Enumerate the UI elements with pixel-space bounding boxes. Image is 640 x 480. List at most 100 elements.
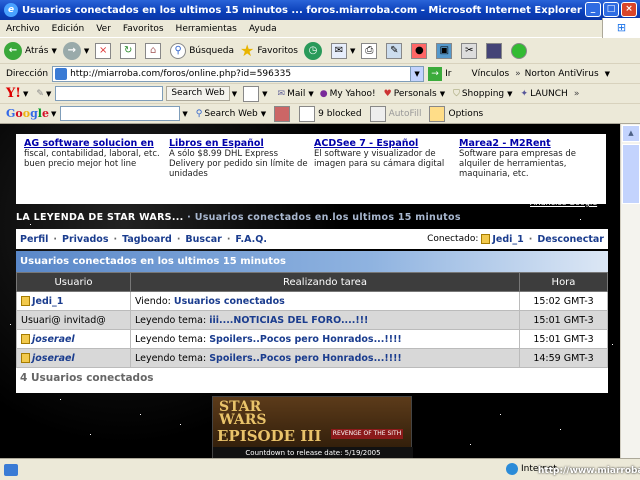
- connected-user-link[interactable]: Jedi_1: [492, 234, 523, 245]
- forward-dropdown-icon[interactable]: ▼: [84, 47, 89, 55]
- go-button[interactable]: Ir: [445, 69, 451, 79]
- favorites-button[interactable]: ★ Favoritos: [240, 41, 298, 60]
- logout-link[interactable]: Desconectar: [537, 234, 604, 245]
- yahoo-search-dropdown-icon[interactable]: ▼: [232, 90, 237, 98]
- ad-title-link[interactable]: Libros en Español: [169, 138, 309, 149]
- star-wars-banner[interactable]: STAR WARS EPISODE III REVENGE OF THE SIT…: [212, 396, 413, 458]
- close-button[interactable]: ×: [621, 2, 637, 17]
- back-dropdown-icon[interactable]: ▼: [51, 47, 56, 55]
- norton-button[interactable]: Norton AntiVirus: [525, 69, 599, 79]
- forum-nav: Perfil · Privados · Tagboard · Buscar · F.A.…: [16, 229, 608, 249]
- print-button[interactable]: ⎙: [361, 42, 380, 59]
- shopping-dropdown-icon[interactable]: ▼: [507, 90, 512, 98]
- user-link[interactable]: joserael: [32, 334, 75, 345]
- yahoo-logo-icon[interactable]: Y!: [6, 86, 21, 101]
- options-button[interactable]: Options: [448, 109, 483, 119]
- yahoo-search-input[interactable]: [55, 86, 164, 101]
- msn-button[interactable]: [511, 42, 530, 59]
- watermark: http://www.miarroba.com: [538, 466, 640, 476]
- nav-perfil-link[interactable]: Perfil: [20, 234, 48, 245]
- links-button[interactable]: Vínculos: [471, 69, 509, 79]
- menu-herramientas[interactable]: Herramientas: [176, 24, 237, 34]
- task-target-link[interactable]: Usuarios conectados: [174, 296, 285, 307]
- google-logo-icon[interactable]: Google: [6, 107, 49, 120]
- page-status-icon: [4, 463, 18, 476]
- personals-dropdown-icon[interactable]: ▼: [440, 90, 445, 98]
- google-search-web-button[interactable]: Search Web: [204, 109, 257, 119]
- search-button[interactable]: ⚲ Búsqueda: [170, 42, 234, 59]
- scroll-thumb[interactable]: [622, 144, 640, 204]
- user-link[interactable]: joserael: [32, 353, 75, 364]
- google-search-input[interactable]: [60, 106, 181, 121]
- photo-button[interactable]: [486, 42, 505, 59]
- pencil-dropdown-icon[interactable]: ▼: [46, 90, 51, 98]
- ads-by-google-link[interactable]: Anuncios Google: [530, 198, 597, 207]
- links-expand-icon[interactable]: »: [515, 69, 521, 79]
- google-dropdown-icon[interactable]: ▼: [51, 110, 56, 118]
- history-button[interactable]: ◷: [303, 41, 325, 60]
- task-target-link[interactable]: Spoilers..Pocos pero Honrados...!!!!: [209, 334, 402, 345]
- research-button[interactable]: ▣: [436, 42, 455, 59]
- edit-button[interactable]: ✎: [386, 42, 405, 59]
- nav-faq-link[interactable]: F.A.Q.: [235, 234, 267, 245]
- nav-tagboard-link[interactable]: Tagboard: [122, 234, 172, 245]
- scroll-up-icon[interactable]: ▲: [622, 125, 640, 142]
- mail-dropdown-icon[interactable]: ▼: [350, 47, 355, 55]
- shopping-link[interactable]: Shopping: [462, 89, 504, 99]
- yahoo-dropdown-icon[interactable]: ▼: [23, 90, 28, 98]
- row-time: 15:01 GMT-3: [519, 329, 608, 349]
- pencil-icon[interactable]: ✎: [36, 89, 44, 99]
- title-bar: e Usuarios conectados en los ultimos 15 …: [0, 0, 640, 20]
- messenger-icon: ●: [411, 42, 428, 59]
- nav-buscar-link[interactable]: Buscar: [185, 234, 221, 245]
- norton-dropdown-icon[interactable]: ▼: [605, 70, 610, 78]
- yahoo-mail-link[interactable]: Mail: [287, 89, 305, 99]
- user-link[interactable]: Jedi_1: [32, 296, 63, 307]
- breadcrumb-forum-link[interactable]: LA LEYENDA DE STAR WARS...: [16, 212, 184, 223]
- back-button[interactable]: ← Atrás ▼: [4, 41, 57, 60]
- menu-favoritos[interactable]: Favoritos: [123, 24, 164, 34]
- minimize-button[interactable]: _: [585, 2, 601, 17]
- pagerank-icon[interactable]: [274, 105, 291, 122]
- personals-link[interactable]: Personals: [394, 89, 437, 99]
- go-arrow-icon[interactable]: →: [428, 66, 443, 81]
- task-target-link[interactable]: Spoilers..Pocos pero Honrados...!!!!: [209, 353, 402, 364]
- forward-button[interactable]: → ▼: [62, 41, 89, 60]
- task-target-link[interactable]: iii....NOTICIAS DEL FORO....!!!: [209, 315, 368, 326]
- yahoo-expand-icon[interactable]: »: [574, 89, 580, 99]
- autofill-button[interactable]: AutoFill: [389, 109, 422, 119]
- nav-privados-link[interactable]: Privados: [62, 234, 109, 245]
- ad-title-link[interactable]: Marea2 - M2Rent: [459, 138, 599, 149]
- ad-item: AG software solucion en fiscal, contabil…: [24, 138, 164, 169]
- address-input[interactable]: http://miarroba.com/foros/online.php?id=…: [52, 65, 425, 82]
- my-yahoo-link[interactable]: My Yahoo!: [330, 89, 376, 99]
- research-icon: ▣: [436, 42, 453, 59]
- address-dropdown-icon[interactable]: ▼: [410, 66, 424, 81]
- launch-link[interactable]: LAUNCH: [530, 89, 568, 99]
- refresh-button[interactable]: ↻: [120, 42, 139, 59]
- home-button[interactable]: ⌂: [145, 42, 164, 59]
- mail-dropdown-icon-2[interactable]: ▼: [308, 90, 313, 98]
- ad-item: Marea2 - M2Rent Software para empresas d…: [459, 138, 599, 179]
- tools-button[interactable]: ✂: [461, 42, 480, 59]
- menu-edicion[interactable]: Edición: [52, 24, 85, 34]
- maximize-button[interactable]: □: [603, 2, 619, 17]
- highlight-icon[interactable]: [243, 85, 260, 102]
- ad-title-link[interactable]: AG software solucion en: [24, 138, 164, 149]
- google-search-dropdown-icon[interactable]: ▼: [261, 110, 266, 118]
- mail-button[interactable]: ✉ ▼: [330, 42, 355, 59]
- vertical-scrollbar[interactable]: ▲: [620, 124, 640, 458]
- autofill-icon: [369, 105, 386, 122]
- ad-title-link[interactable]: ACDSee 7 - Español: [314, 138, 454, 149]
- menu-ayuda[interactable]: Ayuda: [249, 24, 277, 34]
- google-input-dropdown-icon[interactable]: ▼: [182, 110, 187, 118]
- menu-ver[interactable]: Ver: [96, 24, 111, 34]
- highlight-dropdown-icon[interactable]: ▼: [262, 90, 267, 98]
- star-icon: ★: [239, 41, 255, 60]
- yahoo-search-web-button[interactable]: Search Web: [166, 86, 230, 101]
- popup-blocked-count[interactable]: 9 blocked: [318, 109, 361, 119]
- messenger-button[interactable]: ●: [411, 42, 430, 59]
- stop-button[interactable]: ×: [95, 42, 114, 59]
- ad-text: A sólo $8.99 DHL Express Delivery por pe…: [169, 149, 308, 179]
- menu-archivo[interactable]: Archivo: [6, 24, 40, 34]
